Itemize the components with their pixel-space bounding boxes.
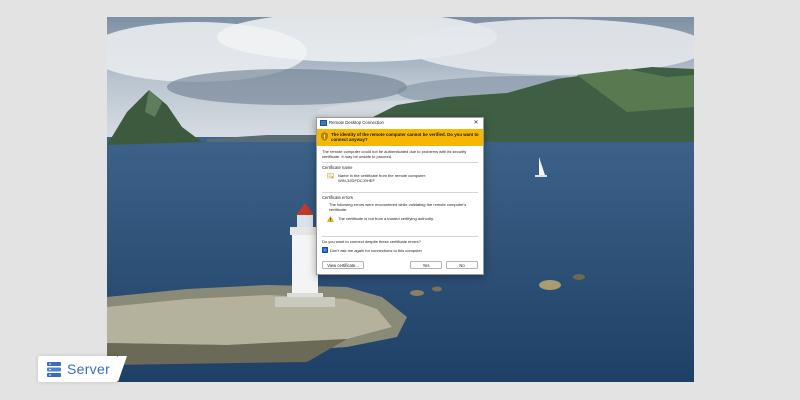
certificate-icon bbox=[327, 173, 334, 179]
warning-message: The identity of the remote computer cann… bbox=[331, 132, 479, 143]
certificate-errors-heading: Certificate errors bbox=[322, 195, 353, 200]
rdp-app-icon bbox=[320, 120, 327, 126]
warning-banner: The identity of the remote computer cann… bbox=[317, 129, 483, 146]
server-stack-icon bbox=[47, 361, 61, 377]
certificate-name-group: Certificate name Name in the certificate… bbox=[322, 162, 478, 183]
dont-ask-again-checkbox[interactable]: ✓ bbox=[322, 247, 328, 253]
intro-text: The remote computer could not be authent… bbox=[322, 149, 467, 159]
dialog-titlebar[interactable]: Remote Desktop Connection ✕ bbox=[317, 118, 483, 128]
connect-question: Do you want to connect despite these cer… bbox=[322, 236, 478, 244]
certificate-name-value: WIN-32DFDCJ0HEF bbox=[338, 178, 375, 184]
logo-text: Server bbox=[67, 361, 111, 377]
shield-warning-icon bbox=[321, 132, 328, 141]
certificate-error-text: The certificate is not from a trusted ce… bbox=[338, 216, 434, 222]
certificate-name-row: Name in the certificate from the remote … bbox=[322, 173, 478, 183]
rdp-certificate-dialog: Remote Desktop Connection ✕ The identity… bbox=[316, 117, 484, 275]
no-button[interactable]: No bbox=[446, 261, 478, 269]
view-certificate-button[interactable]: View certificate... bbox=[322, 261, 364, 269]
dialog-title: Remote Desktop Connection bbox=[329, 120, 384, 126]
yes-button[interactable]: Yes bbox=[410, 261, 442, 269]
certificate-error-item: The certificate is not from a trusted ce… bbox=[322, 216, 478, 223]
dont-ask-again-label[interactable]: Don't ask me again for connections to th… bbox=[330, 248, 422, 253]
certificate-errors-description-row: The following errors were encountered wh… bbox=[322, 202, 478, 212]
warning-triangle-icon bbox=[327, 216, 334, 223]
certificate-errors-group: Certificate errors The following errors … bbox=[322, 192, 478, 223]
certificate-errors-description: The following errors were encountered wh… bbox=[329, 202, 467, 213]
dont-ask-again-row[interactable]: ✓ Don't ask me again for connections to … bbox=[322, 247, 422, 253]
server-logo: Server bbox=[38, 356, 127, 382]
certificate-name-heading: Certificate name bbox=[322, 165, 353, 170]
close-icon[interactable]: ✕ bbox=[472, 119, 480, 127]
